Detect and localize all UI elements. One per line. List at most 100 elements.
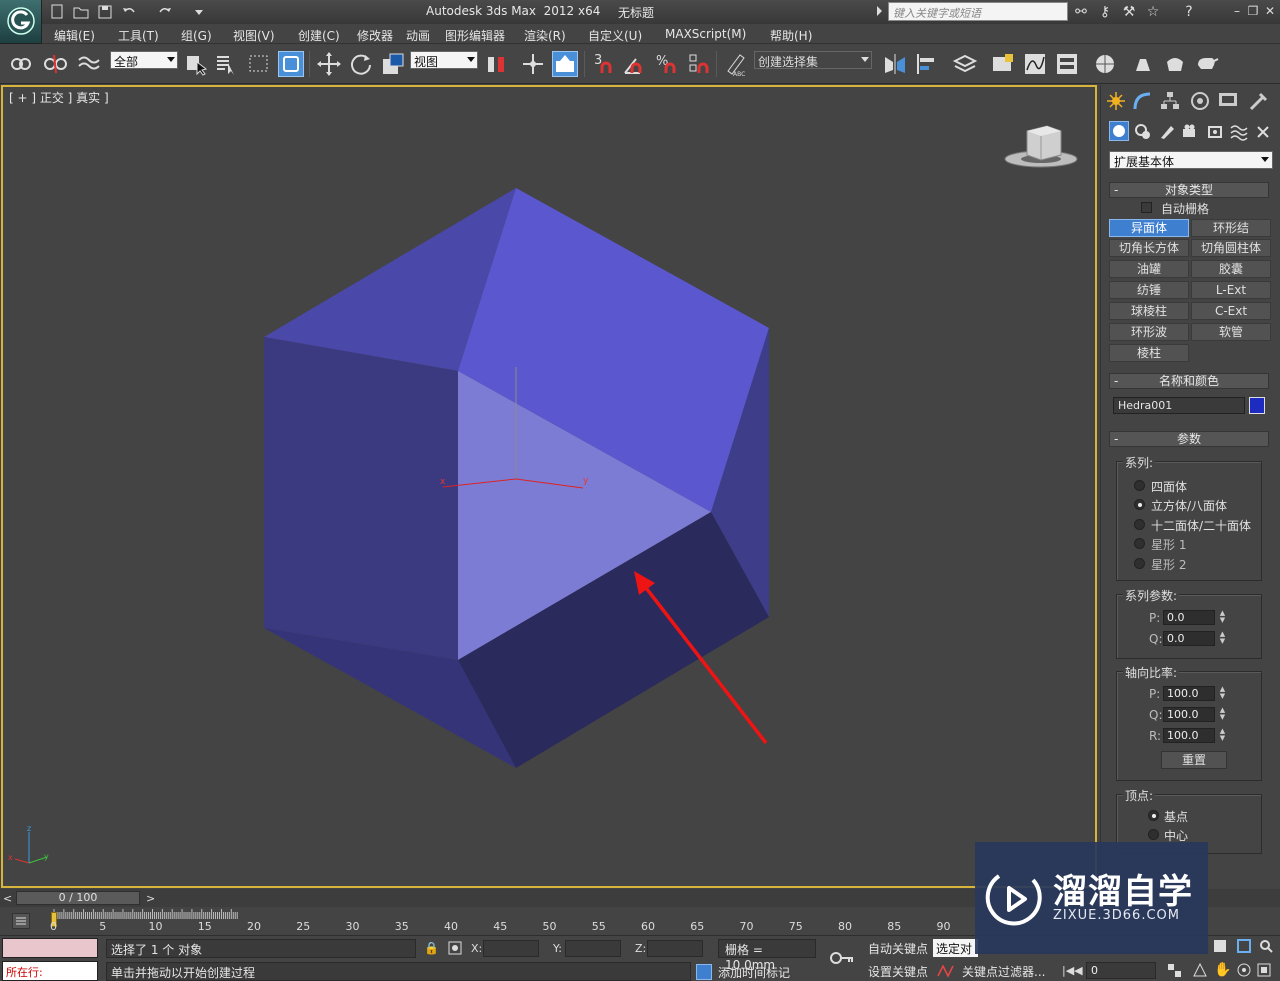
new-file-icon[interactable] — [48, 3, 66, 21]
object-color-swatch[interactable] — [1249, 397, 1265, 414]
family-q-input[interactable]: 0.0 — [1163, 631, 1215, 646]
menu-graph-editors[interactable]: 图形编辑器 — [445, 27, 505, 44]
unlink-icon[interactable] — [42, 51, 68, 77]
rotate-icon[interactable] — [348, 51, 374, 77]
axis-q-input[interactable]: 100.0 — [1163, 707, 1215, 722]
menu-tools[interactable]: 工具(T) — [118, 27, 159, 44]
axis-r-spinner[interactable]: ▲ ▼ — [1218, 728, 1227, 743]
spinner-snap-icon[interactable] — [686, 51, 712, 77]
axis-p-spinner[interactable]: ▲ ▼ — [1218, 686, 1227, 701]
motion-tab-icon[interactable] — [1189, 90, 1211, 112]
set-key-icon[interactable] — [828, 948, 856, 968]
shapes-category-icon[interactable] — [1133, 122, 1153, 142]
mirror-icon[interactable] — [882, 51, 908, 77]
menu-customize[interactable]: 自定义(U) — [588, 27, 642, 44]
binoculars-icon[interactable]: ⚯ — [1072, 3, 1090, 21]
app-logo[interactable] — [0, 0, 42, 44]
align-icon[interactable] — [914, 51, 940, 77]
tools-icon[interactable]: ⚒ — [1120, 3, 1138, 21]
axis-p-input[interactable]: 100.0 — [1163, 686, 1215, 701]
spacewarps-category-icon[interactable] — [1229, 122, 1249, 142]
name-color-rollout[interactable]: - 名称和颜色 — [1109, 373, 1269, 389]
goto-start-icon[interactable]: |◀◀ — [1062, 964, 1083, 977]
key-icon[interactable]: ⚷ — [1096, 3, 1114, 21]
script-line[interactable]: 所在行: — [2, 961, 98, 981]
graphite-toolbar-icon[interactable] — [990, 51, 1016, 77]
menu-maxscript[interactable]: MAXScript(M) — [665, 27, 746, 41]
save-file-icon[interactable] — [96, 3, 114, 21]
material-editor-icon[interactable] — [1092, 51, 1118, 77]
torus-knot-button[interactable]: 环形结 — [1191, 219, 1271, 237]
object-type-rollout[interactable]: - 对象类型 — [1109, 182, 1269, 198]
cameras-category-icon[interactable] — [1181, 122, 1201, 142]
quick-access-dropdown-icon[interactable] — [190, 3, 208, 21]
redo-icon[interactable] — [156, 3, 174, 21]
render-setup-icon[interactable] — [1130, 51, 1156, 77]
systems-category-icon[interactable] — [1253, 122, 1273, 142]
z-coord-input[interactable] — [647, 940, 703, 957]
render-production-icon[interactable] — [1194, 51, 1220, 77]
modify-tab-icon[interactable] — [1131, 90, 1153, 112]
move-icon[interactable] — [316, 51, 342, 77]
keyboard-shortcut-override-icon[interactable] — [552, 51, 578, 77]
select-object-icon[interactable] — [184, 51, 210, 77]
time-slider[interactable]: 0 / 100 — [16, 891, 140, 905]
family-p-input[interactable]: 0.0 — [1163, 610, 1215, 625]
helpers-category-icon[interactable] — [1205, 122, 1225, 142]
family-tetra-radio[interactable] — [1134, 480, 1145, 491]
bind-spacewarp-icon[interactable] — [76, 51, 102, 77]
display-tab-icon[interactable] — [1217, 90, 1239, 112]
family-q-spinner[interactable]: ▲ ▼ — [1218, 631, 1227, 646]
field-of-view-icon[interactable] — [1192, 962, 1208, 978]
vertex-center-radio[interactable] — [1148, 829, 1159, 840]
layer-manager-icon[interactable] — [952, 51, 978, 77]
help-icon[interactable]: ? — [1180, 3, 1198, 21]
open-file-icon[interactable] — [72, 3, 90, 21]
menu-group[interactable]: 组(G) — [181, 27, 212, 44]
menu-view[interactable]: 视图(V) — [233, 27, 275, 44]
menu-animation[interactable]: 动画 — [406, 27, 430, 44]
hedra-button[interactable]: 异面体 — [1109, 219, 1189, 237]
time-prev-icon[interactable]: < — [3, 892, 12, 905]
select-by-name-icon[interactable] — [214, 51, 240, 77]
hierarchy-tab-icon[interactable] — [1159, 90, 1181, 112]
minimize-icon[interactable]: – — [1230, 4, 1244, 18]
zoom-region-icon[interactable] — [1258, 938, 1274, 954]
selected-dropdown[interactable]: 选定对 — [933, 939, 978, 957]
viewcube[interactable] — [1003, 123, 1081, 172]
y-coord-input[interactable] — [565, 940, 621, 957]
lock-icon[interactable]: 🔒 — [424, 941, 439, 955]
object-name-input[interactable]: Hedra001 — [1113, 397, 1245, 414]
current-frame-input[interactable]: 0 — [1086, 962, 1156, 979]
named-selection-set-dropdown[interactable]: 创建选择集 — [754, 51, 872, 69]
selection-filter-dropdown[interactable]: 全部 — [110, 51, 178, 69]
pan-hand-icon[interactable]: ✋ — [1214, 962, 1231, 978]
snaps-toggle-icon[interactable]: 3 — [592, 51, 618, 77]
rendered-frame-window-icon[interactable] — [1162, 51, 1188, 77]
family-cube-octa-radio[interactable] — [1134, 499, 1145, 510]
utilities-tab-icon[interactable] — [1247, 90, 1269, 112]
key-filters-button[interactable]: 关键点过滤器... — [962, 963, 1045, 980]
chamfer-cyl-button[interactable]: 切角圆柱体 — [1191, 239, 1271, 257]
gengon-button[interactable]: 球棱柱 — [1109, 302, 1189, 320]
absolute-mode-icon[interactable] — [447, 940, 463, 956]
oil-tank-button[interactable]: 油罐 — [1109, 260, 1189, 278]
zoom-all-icon[interactable] — [1166, 962, 1182, 978]
curve-editor-icon[interactable] — [1022, 51, 1048, 77]
geometry-type-dropdown[interactable]: 扩展基本体 — [1109, 151, 1273, 169]
menu-create[interactable]: 创建(C) — [298, 27, 340, 44]
zoom-extents-all-icon[interactable] — [1236, 938, 1252, 954]
select-manipulate-icon[interactable] — [520, 51, 546, 77]
window-crossing-toggle-icon[interactable] — [278, 51, 304, 77]
c-ext-button[interactable]: C-Ext — [1191, 302, 1271, 320]
autogrid-checkbox[interactable] — [1141, 202, 1152, 213]
zoom-extents-icon[interactable] — [1212, 938, 1228, 954]
close-icon[interactable]: ✕ — [1263, 4, 1277, 18]
key-curve-icon[interactable] — [936, 962, 956, 980]
schematic-view-icon[interactable] — [1054, 51, 1080, 77]
time-tag-icon[interactable] — [696, 964, 712, 980]
link-icon[interactable] — [8, 51, 34, 77]
family-star2-radio[interactable] — [1134, 558, 1145, 569]
create-tab-icon[interactable] — [1105, 90, 1127, 112]
maxscript-listener[interactable] — [2, 938, 98, 958]
